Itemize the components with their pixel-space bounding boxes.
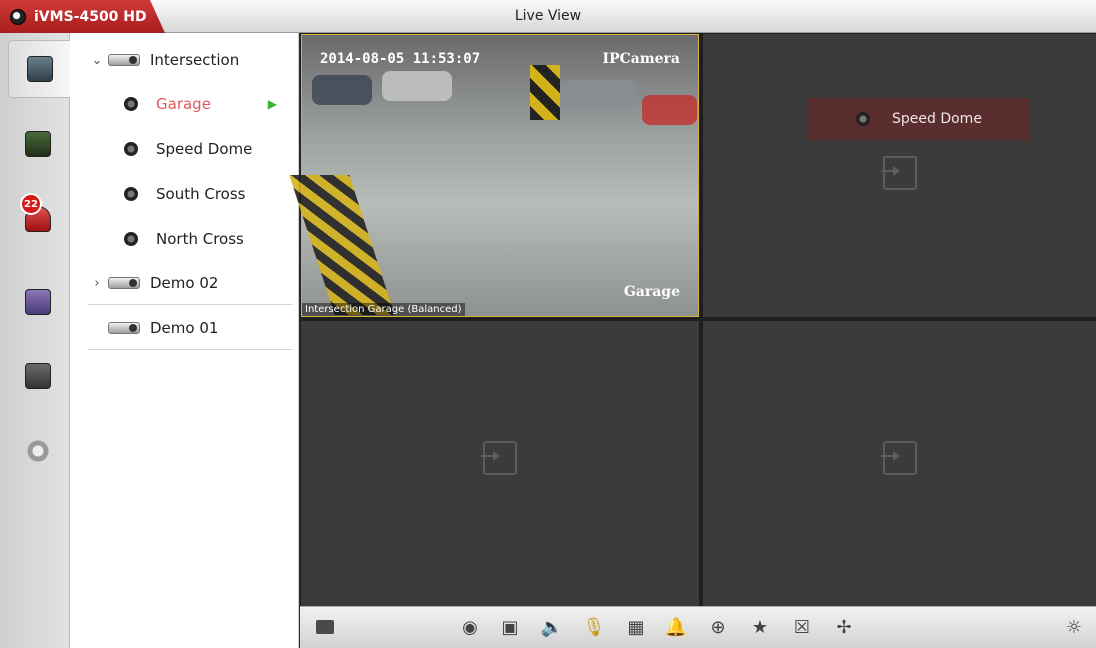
ptz-icon[interactable]: ☼	[1064, 617, 1084, 638]
nav-alarm[interactable]: 22	[18, 193, 58, 239]
favorite-icon[interactable]: ★	[750, 617, 770, 638]
tree-camera-south-cross[interactable]: South Cross	[70, 172, 299, 216]
video-pane-4[interactable]	[703, 321, 1096, 606]
add-camera-icon[interactable]	[881, 441, 917, 475]
tree-device-demo-02[interactable]: › Demo 02	[70, 261, 299, 305]
app-name: iVMS-4500 HD	[34, 8, 147, 25]
tree-item-label: Speed Dome	[156, 140, 253, 158]
camera-icon	[124, 142, 138, 156]
window-title: Live View	[514, 8, 582, 24]
camera-icon	[124, 97, 138, 111]
tree-item-label: North Cross	[156, 230, 244, 248]
tree-device-intersection[interactable]: ⌄ Intersection	[70, 38, 299, 82]
chevron-down-icon[interactable]: ⌄	[86, 53, 108, 68]
tree-camera-north-cross[interactable]: North Cross	[70, 217, 299, 261]
video-pane-1[interactable]: 2014-08-05 11:53:07 IPCamera Garage Inte…	[289, 34, 699, 317]
zoom-icon[interactable]: ⊕	[708, 617, 728, 638]
tree-camera-garage[interactable]: Garage ▶	[70, 82, 299, 126]
device-tree: ⌄ Intersection Garage ▶ Speed Dome South…	[70, 33, 299, 648]
nav-pictures[interactable]	[18, 282, 58, 322]
tree-device-demo-01[interactable]: Demo 01	[70, 306, 299, 350]
video-status: Intersection Garage (Balanced)	[302, 303, 465, 316]
video-pane-2[interactable]: Speed Dome	[703, 34, 1096, 317]
tree-item-label: Demo 01	[150, 319, 219, 337]
scene-speed-bump	[289, 175, 395, 315]
video-osd-name: Garage	[623, 284, 680, 300]
nav-cloud[interactable]	[18, 356, 58, 396]
scene-barrier	[530, 65, 560, 120]
app-logo-icon	[10, 8, 26, 25]
nav-settings[interactable]	[18, 431, 58, 471]
tree-item-label: Demo 02	[150, 274, 219, 292]
record-icon[interactable]: ▣	[500, 617, 520, 638]
camera-icon	[124, 187, 138, 201]
scene-car	[557, 80, 637, 110]
video-timestamp: 2014-08-05 11:53:07	[320, 51, 481, 67]
scene-car	[312, 75, 372, 105]
playing-indicator-icon: ▶	[267, 97, 277, 111]
camera-icon	[856, 112, 870, 126]
divider	[88, 349, 293, 350]
scene-car	[642, 95, 697, 125]
quality-icon[interactable]: ▦	[626, 617, 646, 638]
add-camera-icon[interactable]	[481, 441, 517, 475]
cloud-icon	[25, 363, 51, 389]
bottom-toolbar: ◉ ▣ 🔈 🎙 ▦ 🔔 ⊕ ★ ☒ ✢ ☼	[300, 606, 1096, 648]
audio-icon[interactable]: 🔈	[541, 617, 563, 638]
alarm-icon: 22	[20, 193, 51, 232]
pane-camera-name: Speed Dome	[892, 111, 982, 127]
title-bar: Live View iVMS-4500 HD	[0, 0, 1096, 33]
add-camera-icon[interactable]	[881, 156, 917, 190]
video-camera-tag: IPCamera	[602, 51, 680, 67]
divider	[88, 304, 293, 305]
pictures-icon	[25, 289, 51, 315]
tree-camera-speed-dome[interactable]: Speed Dome	[70, 127, 299, 171]
alarm-output-icon[interactable]: 🔔	[665, 617, 687, 638]
pane-camera-label: Speed Dome	[808, 98, 1030, 140]
tree-item-label: Garage	[156, 95, 211, 113]
fullscreen-icon[interactable]: ✢	[834, 617, 854, 638]
talk-icon[interactable]: 🎙	[583, 617, 606, 638]
camera-icon	[124, 232, 138, 246]
video-pane-3[interactable]	[301, 321, 699, 606]
close-all-icon[interactable]: ☒	[792, 617, 812, 638]
app-tab[interactable]: iVMS-4500 HD	[0, 0, 165, 33]
video-grid: 2014-08-05 11:53:07 IPCamera Garage Inte…	[289, 33, 1096, 606]
snapshot-icon[interactable]: ◉	[460, 617, 480, 638]
chevron-right-icon[interactable]: ›	[86, 276, 108, 291]
tree-item-label: Intersection	[150, 51, 240, 69]
nav-live-view[interactable]	[8, 40, 70, 98]
app-window: Live View iVMS-4500 HD 22 ⌄ Intersection…	[0, 0, 1096, 648]
gear-icon	[23, 436, 53, 466]
scene-car	[382, 71, 452, 101]
dvr-icon	[108, 277, 140, 289]
live-view-icon	[26, 56, 53, 82]
nav-rail: 22	[0, 33, 70, 648]
nav-playback[interactable]	[18, 124, 58, 164]
layout-icon[interactable]	[315, 617, 335, 637]
playback-icon	[25, 131, 51, 157]
tree-item-label: South Cross	[156, 185, 246, 203]
dvr-icon	[108, 322, 140, 334]
dvr-icon	[108, 54, 140, 66]
alarm-count-badge: 22	[20, 193, 42, 215]
